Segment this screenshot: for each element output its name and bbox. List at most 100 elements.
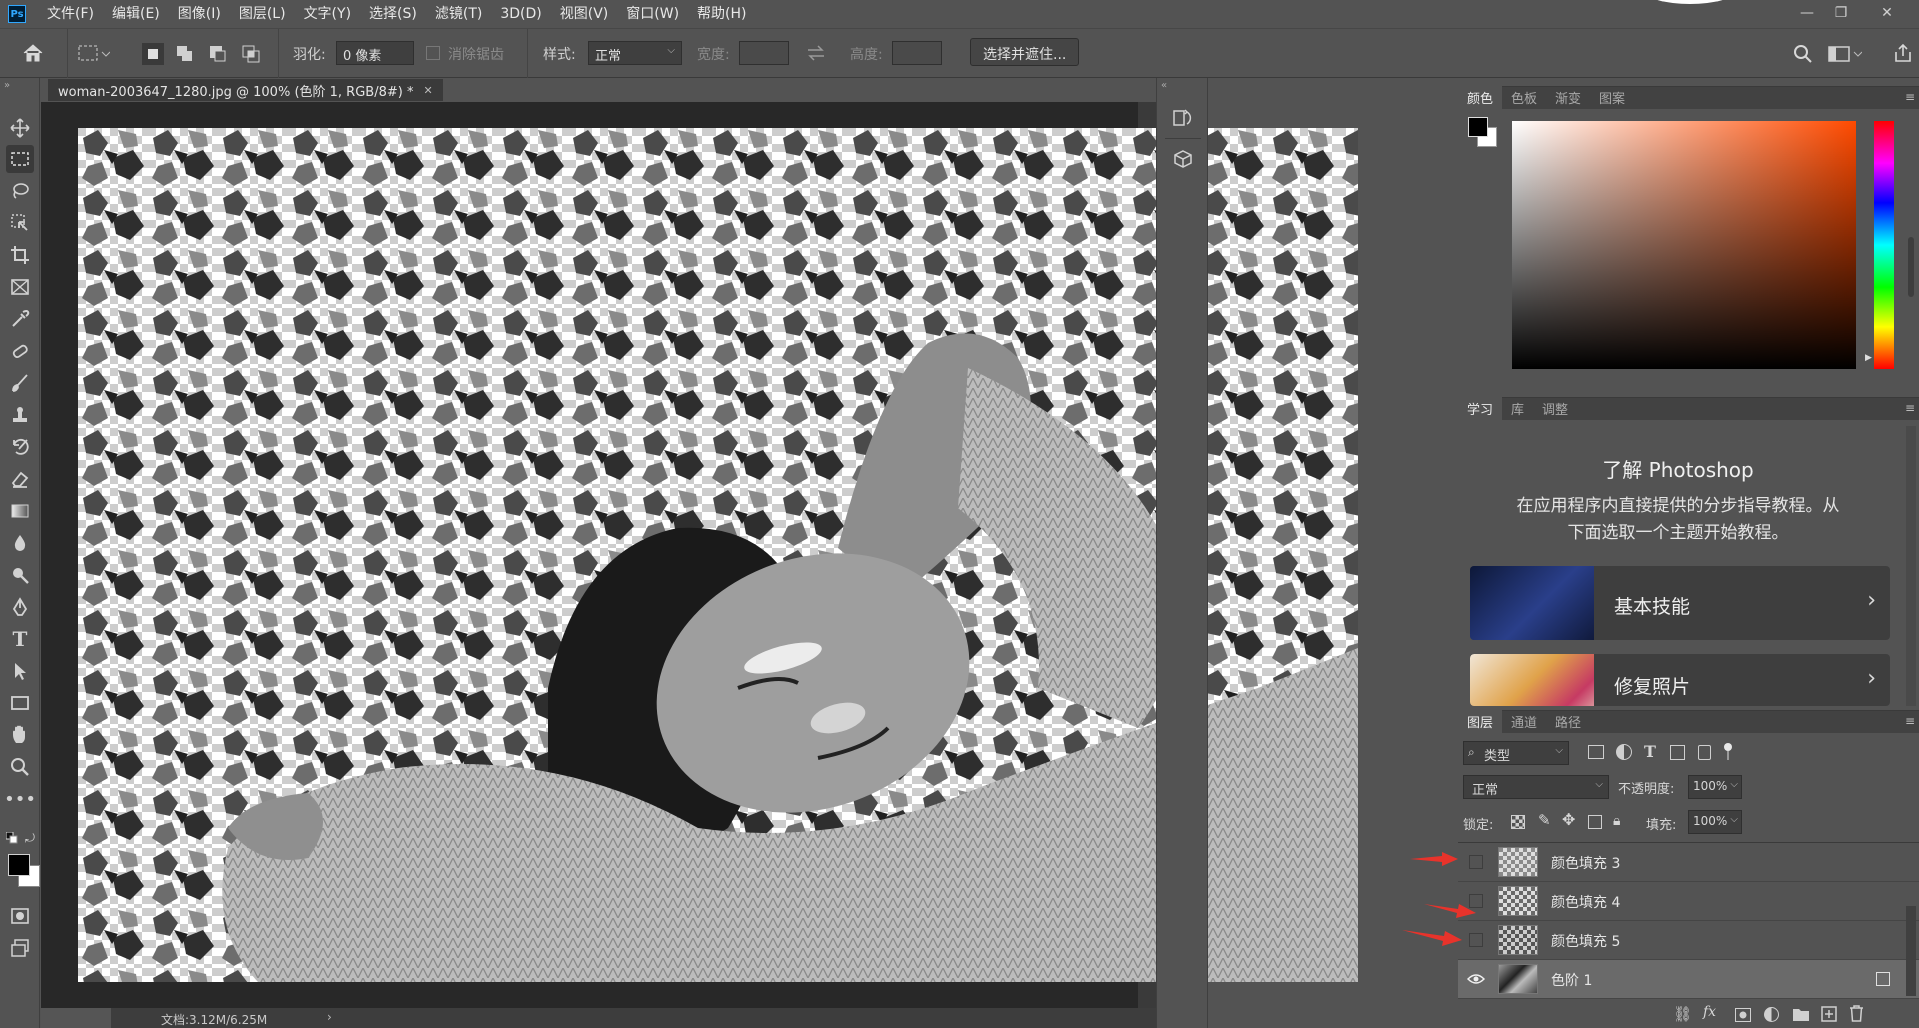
healing-brush-tool-icon[interactable]	[6, 337, 34, 365]
opacity-input[interactable]: 100% ⌵	[1688, 775, 1742, 799]
add-selection-icon[interactable]	[174, 43, 196, 65]
tab-adjustments[interactable]: 调整	[1533, 397, 1577, 420]
menu-window[interactable]: 窗口(W)	[617, 0, 688, 28]
style-select[interactable]: 正常 ⌵	[588, 41, 682, 65]
layer-filter-select[interactable]: ⌕ 类型 ⌵	[1463, 741, 1569, 765]
adjustment-filter-icon[interactable]	[1616, 744, 1632, 760]
eyedropper-tool-icon[interactable]	[6, 305, 34, 333]
tab-channels[interactable]: 通道	[1502, 710, 1546, 733]
document-tab[interactable]: woman-2003647_1280.jpg @ 100% (色阶 1, RGB…	[48, 79, 443, 101]
swap-colors-icon[interactable]: ⤾	[25, 831, 35, 846]
intersect-selection-icon[interactable]	[240, 43, 262, 65]
panel-menu-icon[interactable]: ≡	[1905, 401, 1915, 415]
pen-tool-icon[interactable]	[6, 593, 34, 621]
collapse-icon[interactable]: »	[4, 80, 10, 91]
path-selection-tool-icon[interactable]	[6, 657, 34, 685]
type-tool-icon[interactable]: T	[6, 625, 34, 653]
select-and-mask-button[interactable]: 选择并遮住...	[970, 38, 1080, 66]
filter-toggle-icon[interactable]	[1724, 743, 1732, 751]
layers-scrollbar[interactable]	[1906, 906, 1916, 996]
minimize-icon[interactable]: —	[1792, 2, 1822, 24]
blur-tool-icon[interactable]	[6, 529, 34, 557]
default-colors-icon[interactable]	[5, 831, 18, 848]
learn-panel-scrollbar[interactable]	[1906, 426, 1916, 706]
menu-type[interactable]: 文字(Y)	[295, 0, 360, 28]
foreground-color-swatch[interactable]	[8, 854, 30, 876]
move-tool-icon[interactable]	[6, 114, 34, 142]
clone-stamp-tool-icon[interactable]	[6, 401, 34, 429]
dodge-tool-icon[interactable]	[6, 561, 34, 589]
swap-icon[interactable]	[806, 45, 826, 65]
new-layer-icon[interactable]	[1821, 1006, 1837, 1026]
tab-patterns[interactable]: 图案	[1590, 86, 1634, 109]
layer-row-selected[interactable]: 色阶 1	[1458, 960, 1919, 999]
tab-layers[interactable]: 图层	[1458, 710, 1503, 733]
menu-view[interactable]: 视图(V)	[551, 0, 618, 28]
lasso-tool-icon[interactable]	[6, 177, 34, 205]
fill-input[interactable]: 100% ⌵	[1688, 810, 1742, 834]
layer-row[interactable]: 颜色填充 5	[1458, 921, 1919, 960]
history-panel-icon[interactable]	[1171, 106, 1195, 134]
hand-tool-icon[interactable]	[6, 721, 34, 749]
tab-color[interactable]: 颜色	[1458, 86, 1503, 109]
new-selection-icon[interactable]	[142, 43, 164, 65]
shape-filter-icon[interactable]	[1670, 745, 1685, 760]
lock-position-icon[interactable]: ✥	[1562, 810, 1575, 829]
antialias-checkbox[interactable]	[426, 46, 440, 60]
home-icon[interactable]	[22, 43, 44, 67]
share-icon[interactable]	[1893, 43, 1913, 67]
layer-row[interactable]: 颜色填充 3	[1458, 843, 1919, 882]
link-layers-icon[interactable]: ⛓︎	[1673, 1005, 1692, 1023]
lock-all-icon[interactable]: 🔒︎	[1613, 813, 1620, 829]
lock-transparent-icon[interactable]	[1511, 815, 1525, 829]
menu-select[interactable]: 选择(S)	[360, 0, 426, 28]
mask-link-icon[interactable]	[1876, 972, 1890, 986]
lock-pixels-icon[interactable]: ✎	[1538, 811, 1551, 829]
menu-help[interactable]: 帮助(H)	[688, 0, 755, 28]
search-icon[interactable]	[1793, 44, 1813, 68]
screen-mode-icon[interactable]	[6, 934, 34, 962]
learn-card-fix-photo[interactable]: 修复照片 ›	[1470, 654, 1890, 706]
close-icon[interactable]: ✕	[1872, 2, 1902, 24]
color-field[interactable]	[1512, 121, 1856, 369]
color-panel-scrollbar[interactable]	[1908, 237, 1914, 297]
feather-input[interactable]: 0 像素	[336, 41, 414, 65]
3d-panel-icon[interactable]	[1171, 148, 1195, 176]
tab-learn[interactable]: 学习	[1458, 397, 1503, 420]
frame-tool-icon[interactable]	[6, 273, 34, 301]
panel-menu-icon[interactable]: ≡	[1905, 714, 1915, 728]
brush-tool-icon[interactable]	[6, 369, 34, 397]
more-tools-icon[interactable]: •••	[4, 785, 36, 813]
trash-icon[interactable]	[1849, 1005, 1864, 1026]
add-mask-icon[interactable]	[1735, 1008, 1751, 1022]
new-adjustment-layer-icon[interactable]	[1764, 1007, 1779, 1022]
menu-file[interactable]: 文件(F)	[38, 0, 103, 28]
subtract-selection-icon[interactable]	[207, 43, 229, 65]
quick-mask-icon[interactable]	[6, 902, 34, 930]
collapse-icon[interactable]: «	[1161, 80, 1167, 91]
eye-icon[interactable]	[1466, 972, 1486, 990]
width-input[interactable]	[739, 41, 789, 65]
history-brush-tool-icon[interactable]	[6, 433, 34, 461]
height-input[interactable]	[892, 41, 942, 65]
lock-artboard-icon[interactable]	[1588, 815, 1602, 829]
pixel-filter-icon[interactable]	[1588, 745, 1604, 759]
menu-edit[interactable]: 编辑(E)	[103, 0, 169, 28]
tab-gradients[interactable]: 渐变	[1546, 86, 1590, 109]
blend-mode-select[interactable]: 正常 ⌵	[1463, 775, 1609, 799]
menu-image[interactable]: 图像(I)	[169, 0, 230, 28]
panel-foreground-swatch[interactable]	[1468, 117, 1488, 137]
panel-menu-icon[interactable]: ≡	[1905, 90, 1915, 104]
rectangular-marquee-tool-icon[interactable]	[6, 145, 34, 173]
marquee-preset-icon[interactable]	[78, 45, 111, 67]
menu-layer[interactable]: 图层(L)	[230, 0, 295, 28]
close-tab-icon[interactable]: ✕	[423, 84, 432, 97]
tab-paths[interactable]: 路径	[1546, 710, 1590, 733]
rectangle-tool-icon[interactable]	[6, 689, 34, 717]
hue-slider[interactable]	[1874, 121, 1894, 369]
menu-filter[interactable]: 滤镜(T)	[426, 0, 491, 28]
restore-icon[interactable]: ❐	[1826, 2, 1856, 24]
workspace-icon[interactable]	[1828, 45, 1863, 67]
visibility-toggle[interactable]	[1469, 933, 1483, 947]
status-menu-icon[interactable]: ›	[327, 1010, 332, 1024]
